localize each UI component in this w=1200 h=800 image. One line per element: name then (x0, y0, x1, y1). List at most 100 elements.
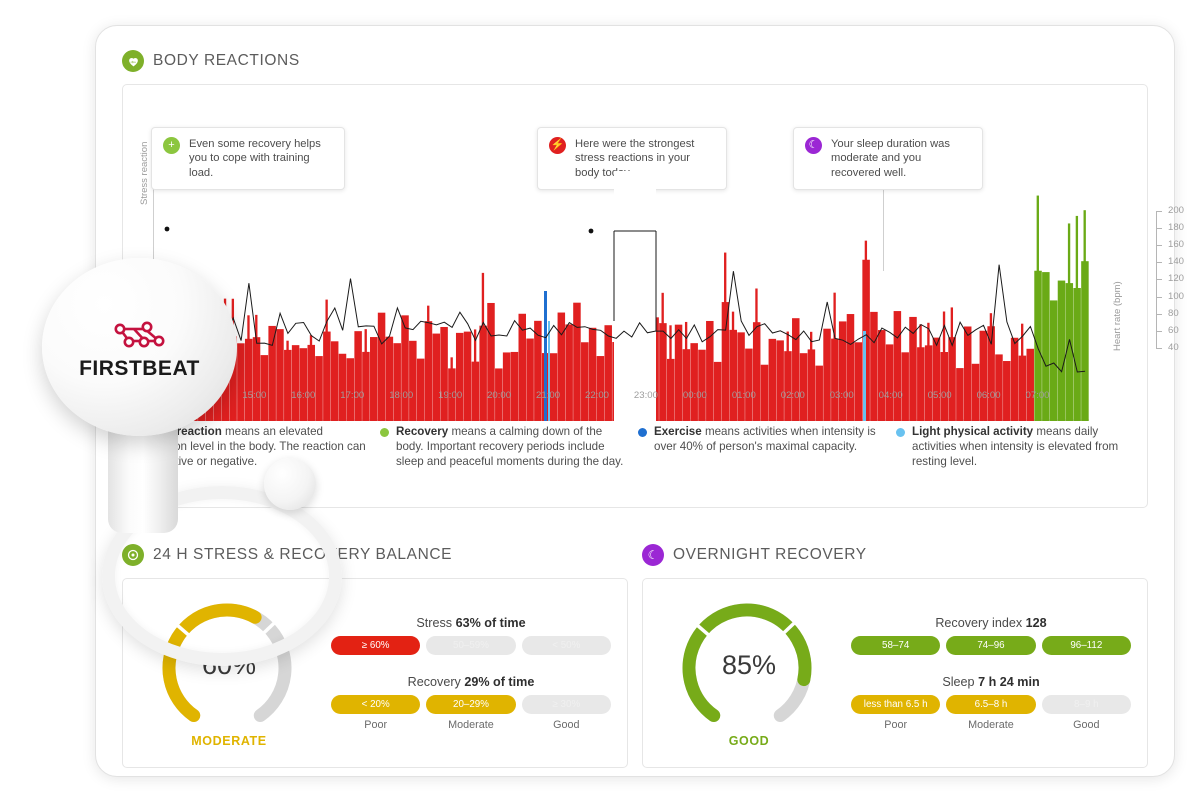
overnight-recovery-title: OVERNIGHT RECOVERY (673, 546, 867, 563)
legend-item: Recovery means a calming down of the bod… (380, 424, 626, 469)
recovery-index-value: 128 (1025, 615, 1047, 630)
legend-bullet-icon (638, 428, 647, 437)
chart-x-tick: 17:00 (340, 390, 365, 401)
chart-x-tick: 20:00 (487, 390, 512, 401)
stress-pill-row: ≥ 60% 50–59% < 50% (331, 635, 611, 655)
plus-icon: + (163, 137, 180, 154)
chart-y-tick: 100 (1168, 290, 1185, 302)
chart-x-tick: 18:00 (389, 390, 414, 401)
chart-x-tick: 14:00 (193, 390, 218, 401)
legend-item: Exercise means activities when intensity… (638, 424, 884, 469)
chart-x-tick: 16:00 (291, 390, 316, 401)
gauge-badge-icon (122, 544, 144, 566)
chart-x-tick: 19:00 (438, 390, 463, 401)
body-reactions-title: BODY REACTIONS (153, 52, 300, 69)
recovery-label-prefix: Recovery (407, 674, 461, 689)
range-pill: < 50% (521, 635, 611, 655)
chart-right-axis-line (1156, 211, 1157, 349)
legend-bullet-icon (122, 428, 131, 437)
chart-y-tick: 60 (1168, 324, 1179, 336)
legend-bullet-icon (380, 428, 389, 437)
chart-x-tick: 22:00 (584, 390, 609, 401)
chart-x-tick: 02:00 (780, 390, 805, 401)
stress-balance-title: 24 H STRESS & RECOVERY BALANCE (153, 546, 453, 563)
overnight-recovery-panel: 85% GOOD Recovery index 128 58–74 74–96 96… (642, 578, 1148, 768)
scale-label: Poor (364, 718, 388, 731)
legend-text: Exercise means activities when intensity… (654, 425, 876, 454)
recovery-index-title: Recovery index 128 (851, 616, 1131, 630)
legend-text: Recovery means a calming down of the bod… (396, 425, 624, 469)
sleep-pill-row: less than 6.5 h 6.5–8 h 8–9 h (851, 694, 1131, 714)
range-pill: less than 6.5 h (851, 694, 941, 714)
legend-term: Light physical activity (912, 425, 1034, 438)
chart-y-tick: 200 (1168, 205, 1185, 216)
recovery-label-value: 29% of time (464, 674, 535, 689)
legend-bullet-icon (896, 428, 905, 437)
chart-legend: Stress reaction means an elevated activa… (122, 424, 1142, 469)
overnight-gauge: 85% GOOD (659, 588, 839, 758)
chart-x-tick: 07:00 (1025, 390, 1050, 401)
legend-item: Stress reaction means an elevated activa… (122, 424, 368, 469)
chart-y-tick: 140 (1168, 256, 1185, 268)
stress-balance-panel: 60% MODERATE Stress 63% of time ≥ 60% 50–… (122, 578, 628, 768)
chart-y-tick: 40 (1168, 341, 1179, 353)
chart-y-tick: 180 (1168, 222, 1185, 234)
scale-label: Poor (884, 718, 908, 731)
chart-y-tick: 160 (1168, 239, 1185, 251)
sleep-value: 7 h 24 min (978, 674, 1040, 689)
stress-gauge-value: 60% (201, 650, 257, 680)
stress-scale-row: Poor Moderate Good (331, 719, 611, 731)
stress-balance-section: 24 H STRESS & RECOVERY BALANCE 60% MODER… (122, 542, 628, 768)
body-reactions-chart (159, 171, 1089, 421)
scale-label: Moderate (968, 718, 1014, 731)
legend-item: Light physical activity means daily acti… (896, 424, 1142, 469)
range-pill: 58–74 (851, 635, 941, 655)
chart-y-tick: 80 (1168, 307, 1179, 319)
stress-label-prefix: Stress (416, 615, 453, 630)
range-pill: 20–29% (426, 694, 516, 714)
legend-term: Stress reaction (138, 425, 222, 438)
sleep-title: Sleep 7 h 24 min (851, 675, 1131, 689)
range-pill: ≥ 30% (521, 694, 611, 714)
recovery-index-pill-row: 58–74 74–96 96–112 (851, 635, 1131, 655)
range-pill: 50–59% (426, 635, 516, 655)
overnight-scale-row: Poor Moderate Good (851, 719, 1131, 731)
recovery-bar-title: Recovery 29% of time (331, 675, 611, 689)
chart-y-tick: 120 (1168, 273, 1185, 285)
chart-x-tick: 21:00 (536, 390, 561, 401)
chart-x-tick: 15:00 (242, 390, 267, 401)
chart-x-tick: 23:00 (633, 390, 658, 401)
overnight-gauge-caption: GOOD (728, 734, 770, 748)
stress-balance-header: 24 H STRESS & RECOVERY BALANCE (122, 542, 628, 568)
range-pill: 74–96 (946, 635, 1036, 655)
legend-term: Recovery (396, 425, 449, 438)
moon-badge-icon: ☾ (642, 544, 664, 566)
chart-svg (159, 171, 1089, 421)
stress-gauge-caption: MODERATE (191, 734, 267, 748)
overnight-gauge-value: 85% (721, 650, 777, 680)
overnight-recovery-header: ☾ OVERNIGHT RECOVERY (642, 542, 1148, 568)
moon-icon: ☾ (805, 137, 822, 154)
heart-badge-icon (122, 50, 144, 72)
legend-text: Light physical activity means daily acti… (912, 425, 1119, 469)
stress-bars-column: Stress 63% of time ≥ 60% 50–59% < 50% Reco… (325, 616, 611, 731)
metrics-row: 24 H STRESS & RECOVERY BALANCE 60% MODER… (122, 542, 1148, 768)
stress-label-value: 63% of time (455, 615, 526, 630)
recovery-index-prefix: Recovery index (935, 615, 1023, 630)
range-pill: 96–112 (1041, 635, 1131, 655)
scale-label: Good (1073, 718, 1100, 731)
firstbeat-report-card: BODY REACTIONS + Even some recovery help… (95, 25, 1184, 777)
chart-x-tick: 06:00 (976, 390, 1001, 401)
overnight-recovery-section: ☾ OVERNIGHT RECOVERY 85% GOOD Recovery i… (642, 542, 1148, 768)
chart-x-tick: 00:00 (682, 390, 707, 401)
scale-label: Moderate (448, 718, 494, 731)
stress-bar-title: Stress 63% of time (331, 616, 611, 630)
chart-x-tick: 01:00 (731, 390, 756, 401)
recovery-pill-row: < 20% 20–29% ≥ 30% (331, 694, 611, 714)
legend-text: Stress reaction means an elevated activa… (138, 425, 366, 469)
scale-label: Good (553, 718, 580, 731)
range-pill: 8–9 h (1041, 694, 1131, 714)
lightning-icon: ⚡ (549, 137, 566, 154)
chart-y-axis-right-label: Heart rate (bpm) (1112, 281, 1123, 351)
